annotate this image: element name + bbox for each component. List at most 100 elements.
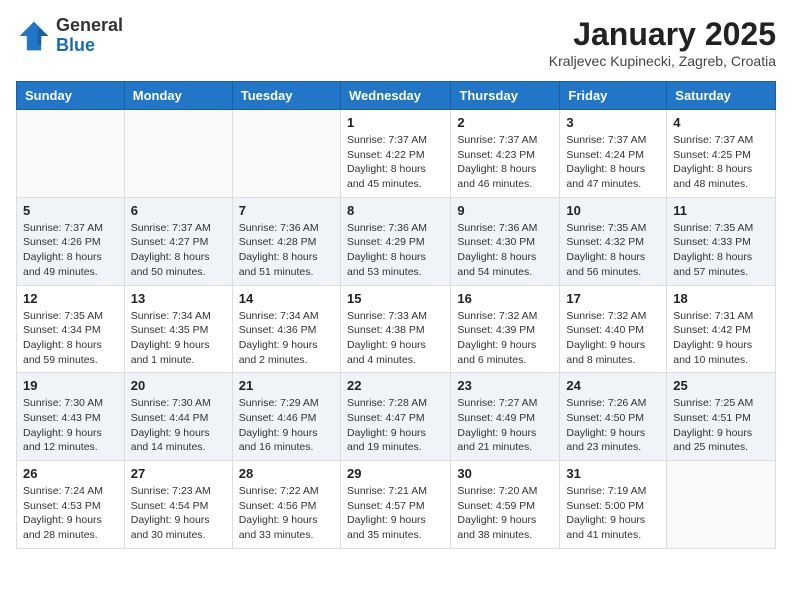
day-number: 21	[239, 378, 334, 393]
calendar-cell: 29Sunrise: 7:21 AM Sunset: 4:57 PM Dayli…	[340, 461, 450, 549]
day-info: Sunrise: 7:36 AM Sunset: 4:30 PM Dayligh…	[457, 221, 553, 280]
day-info: Sunrise: 7:21 AM Sunset: 4:57 PM Dayligh…	[347, 484, 444, 543]
day-info: Sunrise: 7:37 AM Sunset: 4:25 PM Dayligh…	[673, 133, 769, 192]
day-info: Sunrise: 7:37 AM Sunset: 4:22 PM Dayligh…	[347, 133, 444, 192]
weekday-header-sunday: Sunday	[17, 82, 125, 110]
day-info: Sunrise: 7:30 AM Sunset: 4:44 PM Dayligh…	[131, 396, 226, 455]
logo-icon	[16, 18, 52, 54]
calendar-cell: 7Sunrise: 7:36 AM Sunset: 4:28 PM Daylig…	[232, 197, 340, 285]
day-info: Sunrise: 7:33 AM Sunset: 4:38 PM Dayligh…	[347, 309, 444, 368]
weekday-header-monday: Monday	[124, 82, 232, 110]
day-number: 15	[347, 291, 444, 306]
calendar-week-2: 5Sunrise: 7:37 AM Sunset: 4:26 PM Daylig…	[17, 197, 776, 285]
day-number: 31	[566, 466, 660, 481]
day-number: 12	[23, 291, 118, 306]
calendar-cell: 23 Sunrise: 7:27 AM Sunset: 4:49 PM Dayli…	[451, 373, 560, 461]
day-number: 19	[23, 378, 118, 393]
calendar-cell: 18 Sunrise: 7:31 AM Sunset: 4:42 PM Dayli…	[667, 285, 776, 373]
day-info: Sunrise: 7:19 AM Sunset: 5:00 PM Dayligh…	[566, 484, 660, 543]
weekday-header-friday: Friday	[560, 82, 667, 110]
day-info: Sunrise: 7:29 AM Sunset: 4:46 PM Dayligh…	[239, 396, 334, 455]
day-number: 13	[131, 291, 226, 306]
day-number: 20	[131, 378, 226, 393]
day-info: Sunrise: 7:35 AM Sunset: 4:34 PM Dayligh…	[23, 309, 118, 368]
day-info: Sunrise: 7:28 AM Sunset: 4:47 PM Dayligh…	[347, 396, 444, 455]
logo: General Blue	[16, 16, 123, 56]
day-number: 4	[673, 115, 769, 130]
logo-text: General Blue	[56, 16, 123, 56]
calendar-cell: 22 Sunrise: 7:28 AM Sunset: 4:47 PM Dayli…	[340, 373, 450, 461]
day-number: 9	[457, 203, 553, 218]
calendar-cell: 16 Sunrise: 7:32 AM Sunset: 4:39 PM Dayli…	[451, 285, 560, 373]
day-info: Sunrise: 7:37 AM Sunset: 4:27 PM Dayligh…	[131, 221, 226, 280]
calendar-cell: 12 Sunrise: 7:35 AM Sunset: 4:34 PM Dayli…	[17, 285, 125, 373]
day-number: 6	[131, 203, 226, 218]
calendar-cell: 2 Sunrise: 7:37 AM Sunset: 4:23 PM Daylig…	[451, 110, 560, 198]
calendar-cell	[17, 110, 125, 198]
day-info: Sunrise: 7:34 AM Sunset: 4:35 PM Dayligh…	[131, 309, 226, 368]
calendar-cell: 11 Sunrise: 7:35 AM Sunset: 4:33 PM Dayli…	[667, 197, 776, 285]
day-info: Sunrise: 7:37 AM Sunset: 4:26 PM Dayligh…	[23, 221, 118, 280]
calendar-cell: 21 Sunrise: 7:29 AM Sunset: 4:46 PM Dayli…	[232, 373, 340, 461]
calendar-cell: 31 Sunrise: 7:19 AM Sunset: 5:00 PM Dayli…	[560, 461, 667, 549]
day-number: 8	[347, 203, 444, 218]
calendar-cell: 3 Sunrise: 7:37 AM Sunset: 4:24 PM Daylig…	[560, 110, 667, 198]
day-number: 1	[347, 115, 444, 130]
calendar-cell: 5Sunrise: 7:37 AM Sunset: 4:26 PM Daylig…	[17, 197, 125, 285]
day-info: Sunrise: 7:26 AM Sunset: 4:50 PM Dayligh…	[566, 396, 660, 455]
day-number: 11	[673, 203, 769, 218]
calendar-cell: 20 Sunrise: 7:30 AM Sunset: 4:44 PM Dayli…	[124, 373, 232, 461]
day-info: Sunrise: 7:23 AM Sunset: 4:54 PM Dayligh…	[131, 484, 226, 543]
day-number: 22	[347, 378, 444, 393]
day-number: 24	[566, 378, 660, 393]
day-number: 28	[239, 466, 334, 481]
weekday-header-thursday: Thursday	[451, 82, 560, 110]
day-info: Sunrise: 7:31 AM Sunset: 4:42 PM Dayligh…	[673, 309, 769, 368]
calendar-week-4: 19 Sunrise: 7:30 AM Sunset: 4:43 PM Dayli…	[17, 373, 776, 461]
calendar-week-1: 1 Sunrise: 7:37 AM Sunset: 4:22 PM Daylig…	[17, 110, 776, 198]
day-info: Sunrise: 7:36 AM Sunset: 4:29 PM Dayligh…	[347, 221, 444, 280]
calendar-cell: 26Sunrise: 7:24 AM Sunset: 4:53 PM Dayli…	[17, 461, 125, 549]
day-info: Sunrise: 7:30 AM Sunset: 4:43 PM Dayligh…	[23, 396, 118, 455]
day-number: 16	[457, 291, 553, 306]
title-block: January 2025 Kraljevec Kupinecki, Zagreb…	[549, 16, 776, 69]
weekday-header-saturday: Saturday	[667, 82, 776, 110]
day-number: 2	[457, 115, 553, 130]
day-info: Sunrise: 7:20 AM Sunset: 4:59 PM Dayligh…	[457, 484, 553, 543]
day-number: 23	[457, 378, 553, 393]
day-info: Sunrise: 7:37 AM Sunset: 4:23 PM Dayligh…	[457, 133, 553, 192]
day-number: 25	[673, 378, 769, 393]
day-info: Sunrise: 7:27 AM Sunset: 4:49 PM Dayligh…	[457, 396, 553, 455]
day-info: Sunrise: 7:35 AM Sunset: 4:33 PM Dayligh…	[673, 221, 769, 280]
day-number: 27	[131, 466, 226, 481]
calendar-cell: 19 Sunrise: 7:30 AM Sunset: 4:43 PM Dayli…	[17, 373, 125, 461]
day-number: 30	[457, 466, 553, 481]
day-info: Sunrise: 7:25 AM Sunset: 4:51 PM Dayligh…	[673, 396, 769, 455]
month-title: January 2025	[549, 16, 776, 53]
day-info: Sunrise: 7:32 AM Sunset: 4:40 PM Dayligh…	[566, 309, 660, 368]
day-info: Sunrise: 7:22 AM Sunset: 4:56 PM Dayligh…	[239, 484, 334, 543]
weekday-header-row: SundayMondayTuesdayWednesdayThursdayFrid…	[17, 82, 776, 110]
day-info: Sunrise: 7:24 AM Sunset: 4:53 PM Dayligh…	[23, 484, 118, 543]
day-number: 7	[239, 203, 334, 218]
day-number: 17	[566, 291, 660, 306]
day-number: 14	[239, 291, 334, 306]
calendar-cell: 1 Sunrise: 7:37 AM Sunset: 4:22 PM Daylig…	[340, 110, 450, 198]
day-number: 10	[566, 203, 660, 218]
day-info: Sunrise: 7:32 AM Sunset: 4:39 PM Dayligh…	[457, 309, 553, 368]
calendar-cell: 24 Sunrise: 7:26 AM Sunset: 4:50 PM Dayli…	[560, 373, 667, 461]
day-number: 18	[673, 291, 769, 306]
day-info: Sunrise: 7:35 AM Sunset: 4:32 PM Dayligh…	[566, 221, 660, 280]
day-info: Sunrise: 7:37 AM Sunset: 4:24 PM Dayligh…	[566, 133, 660, 192]
day-number: 3	[566, 115, 660, 130]
calendar-cell: 17 Sunrise: 7:32 AM Sunset: 4:40 PM Dayli…	[560, 285, 667, 373]
calendar-cell: 9 Sunrise: 7:36 AM Sunset: 4:30 PM Daylig…	[451, 197, 560, 285]
weekday-header-tuesday: Tuesday	[232, 82, 340, 110]
calendar-cell: 30 Sunrise: 7:20 AM Sunset: 4:59 PM Dayli…	[451, 461, 560, 549]
calendar-cell: 28 Sunrise: 7:22 AM Sunset: 4:56 PM Dayli…	[232, 461, 340, 549]
calendar-week-5: 26Sunrise: 7:24 AM Sunset: 4:53 PM Dayli…	[17, 461, 776, 549]
calendar-cell: 4 Sunrise: 7:37 AM Sunset: 4:25 PM Daylig…	[667, 110, 776, 198]
location-subtitle: Kraljevec Kupinecki, Zagreb, Croatia	[549, 53, 776, 69]
calendar-cell: 13 Sunrise: 7:34 AM Sunset: 4:35 PM Dayli…	[124, 285, 232, 373]
calendar-cell: 27 Sunrise: 7:23 AM Sunset: 4:54 PM Dayli…	[124, 461, 232, 549]
